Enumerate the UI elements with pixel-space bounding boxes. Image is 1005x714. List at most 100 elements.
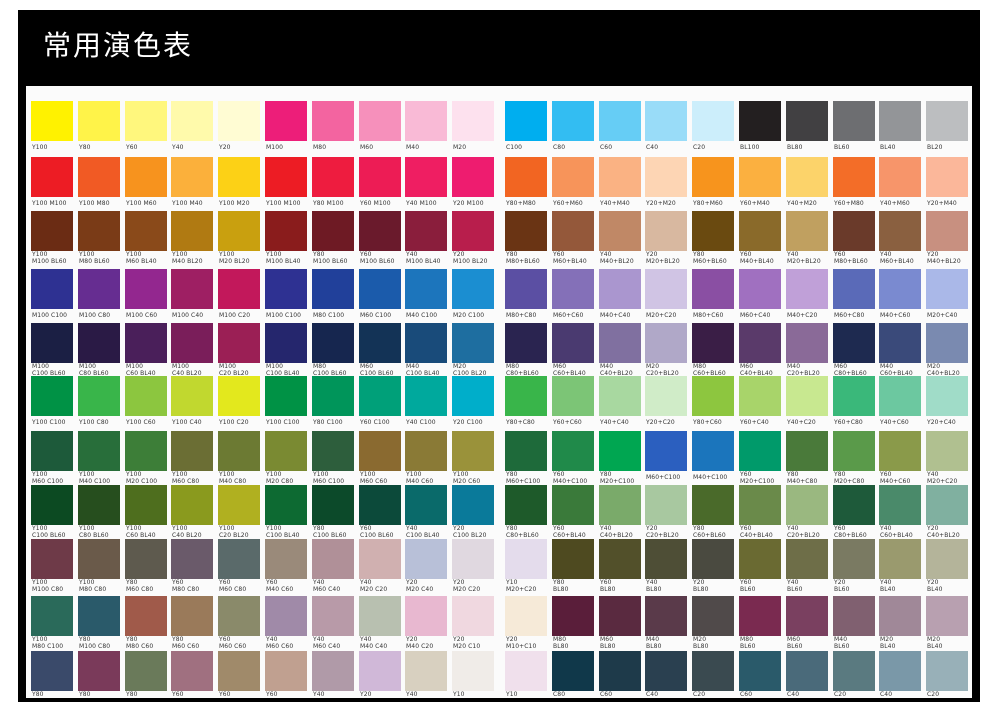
- swatch-label: M40+C20: [787, 312, 818, 319]
- swatch-label: Y80+C80: [506, 419, 535, 426]
- swatch-label: Y100 C60: [126, 419, 156, 426]
- swatch-label: Y20 M20 C10: [453, 636, 481, 650]
- color-swatch: [926, 485, 968, 525]
- color-swatch: [218, 269, 260, 309]
- color-swatch: [452, 596, 494, 636]
- color-swatch: [78, 323, 120, 363]
- color-swatch: [405, 485, 447, 525]
- swatch-label: Y40 M60+BL40: [880, 251, 914, 265]
- color-swatch: [692, 539, 734, 579]
- swatch-label: Y80 M80+BL60: [506, 251, 540, 265]
- swatch-label: Y60 M80 C60: [172, 691, 199, 698]
- color-swatch: [265, 101, 307, 141]
- swatch-label: Y40 M20 C20: [360, 579, 388, 593]
- swatch-label: Y20 C20+BL20: [646, 525, 679, 539]
- swatch-label: Y100 M100 BL60: [32, 251, 67, 265]
- swatch-label: C40 BL60: [787, 691, 802, 698]
- swatch-label: Y20+M20: [646, 200, 676, 207]
- color-swatch: [645, 157, 687, 197]
- color-swatch: [405, 596, 447, 636]
- color-swatch: [739, 651, 781, 691]
- color-swatch: [312, 539, 354, 579]
- color-swatch: [599, 485, 641, 525]
- swatch-label: Y100 M60 BL40: [126, 251, 157, 265]
- color-swatch: [739, 211, 781, 251]
- swatch-label: Y100 M80 C100: [32, 636, 64, 650]
- color-swatch: [879, 596, 921, 636]
- color-swatch: [599, 431, 641, 471]
- color-swatch: [552, 651, 594, 691]
- swatch-label: Y100 M60 C60: [360, 471, 388, 485]
- swatch-label: M100: [266, 144, 284, 151]
- swatch-label: Y40 M60 C60: [266, 636, 294, 650]
- color-swatch: [312, 485, 354, 525]
- swatch-label: M80+C60: [693, 312, 724, 319]
- color-swatch: [78, 431, 120, 471]
- swatch-label: Y60+C80: [834, 419, 863, 426]
- swatch-label: Y100 C100: [266, 419, 300, 426]
- swatch-label: M20 BL40: [880, 636, 896, 650]
- swatch-label: Y20 BL60: [834, 579, 850, 593]
- color-swatch: [786, 596, 828, 636]
- color-swatch: [552, 596, 594, 636]
- swatch-label: Y60 M100 BL60: [360, 251, 395, 265]
- color-swatch: [833, 539, 875, 579]
- color-swatch: [359, 651, 401, 691]
- color-swatch: [265, 539, 307, 579]
- color-swatch: [879, 539, 921, 579]
- swatch-label: M40 C100: [406, 312, 438, 319]
- color-swatch: [692, 431, 734, 471]
- color-swatch: [833, 101, 875, 141]
- swatch-label: Y40 BL80: [646, 579, 662, 593]
- swatch-label: C20 BL40: [927, 691, 942, 698]
- color-swatch: [505, 157, 547, 197]
- swatch-label: Y40 M20+BL20: [787, 251, 821, 265]
- swatch-label: Y60 BL60: [740, 579, 756, 593]
- swatch-label: Y60 M40 C40: [219, 691, 246, 698]
- color-swatch: [645, 376, 687, 416]
- color-swatch: [405, 431, 447, 471]
- color-swatch: [31, 269, 73, 309]
- swatch-label: M20 C100: [453, 312, 485, 319]
- color-swatch: [312, 269, 354, 309]
- swatch-label: M60+C40: [740, 312, 771, 319]
- color-swatch: [452, 211, 494, 251]
- color-swatch: [599, 211, 641, 251]
- swatch-label: M20+C20: [646, 312, 677, 319]
- swatch-label: Y100 C80: [79, 419, 109, 426]
- color-swatch: [31, 376, 73, 416]
- swatch-label: Y80 M20+C100: [600, 471, 635, 485]
- color-swatch: [31, 323, 73, 363]
- swatch-label: Y40+C40: [600, 419, 629, 426]
- swatch-label: Y80 M60 C80: [126, 579, 154, 593]
- color-swatch: [599, 157, 641, 197]
- swatch-label: Y20 M100: [453, 200, 484, 207]
- swatch-label: C20 BL80: [693, 691, 708, 698]
- color-swatch: [452, 651, 494, 691]
- color-swatch: [171, 539, 213, 579]
- swatch-label: Y80+M60: [693, 200, 723, 207]
- color-swatch: [926, 211, 968, 251]
- swatch-label: M40 BL80: [646, 636, 662, 650]
- color-swatch: [599, 376, 641, 416]
- swatch-label: Y100 M40 C60: [406, 471, 434, 485]
- swatch-label: Y60 C100 BL60: [360, 525, 394, 539]
- color-swatch: [312, 431, 354, 471]
- swatch-label: Y20+M40: [927, 200, 957, 207]
- swatch-label: M60: [360, 144, 374, 151]
- color-swatch: [739, 596, 781, 636]
- color-swatch: [786, 323, 828, 363]
- color-swatch: [218, 431, 260, 471]
- color-swatch: [645, 323, 687, 363]
- color-swatch: [926, 539, 968, 579]
- color-swatch: [505, 269, 547, 309]
- swatch-label: Y80 M100 C80: [79, 691, 110, 698]
- color-swatch: [125, 539, 167, 579]
- color-swatch: [78, 596, 120, 636]
- swatch-label: Y40 C20+BL20: [787, 525, 820, 539]
- color-swatch: [359, 376, 401, 416]
- color-swatch: [452, 431, 494, 471]
- color-swatch: [833, 211, 875, 251]
- color-swatch: [879, 376, 921, 416]
- color-swatch: [692, 157, 734, 197]
